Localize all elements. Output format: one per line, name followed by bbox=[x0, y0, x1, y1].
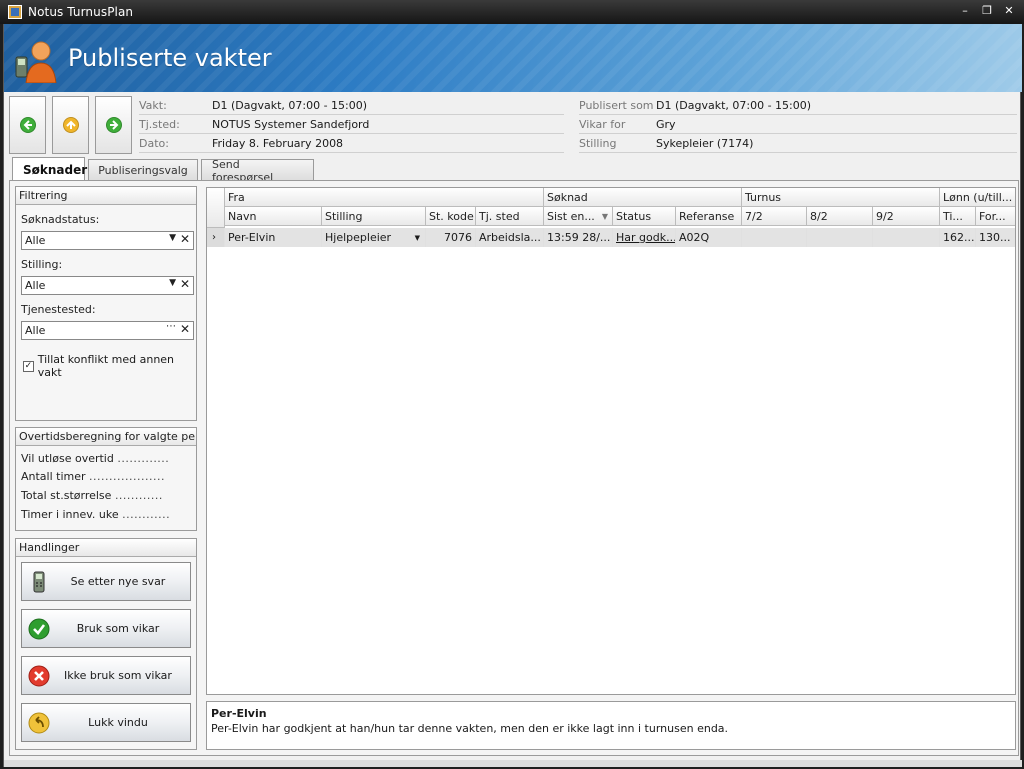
info-stilling: Stilling Sykepleier (7174) bbox=[579, 134, 1017, 153]
tab-publiseringsvalg[interactable]: Publiseringsvalg bbox=[88, 159, 198, 181]
cell-referanse[interactable]: A02Q bbox=[676, 228, 742, 247]
col-header-status[interactable]: Status bbox=[613, 207, 676, 226]
overtime-row: Timer i innev. uke ............ bbox=[21, 508, 171, 521]
chevron-down-icon[interactable]: ▼ bbox=[169, 278, 176, 288]
stilling-label: Stilling: bbox=[21, 258, 63, 271]
close-window-button[interactable]: Lukk vindu bbox=[21, 703, 191, 742]
detail-message: Per-Elvin har godkjent at han/hun tar de… bbox=[211, 722, 729, 735]
cell-status-link[interactable]: Har godk... bbox=[613, 228, 676, 247]
tab-soknader[interactable]: Søknader bbox=[12, 157, 87, 181]
overtime-group-title: Overtidsberegning for valgte person bbox=[16, 428, 196, 446]
tjenestested-picker[interactable]: Alle ⋯ ✕ bbox=[21, 321, 194, 340]
cell-8-2[interactable] bbox=[807, 228, 873, 247]
col-header-referanse[interactable]: Referanse bbox=[676, 207, 742, 226]
clear-icon[interactable]: ✕ bbox=[180, 232, 190, 246]
undo-icon bbox=[28, 712, 50, 734]
do-not-use-as-substitute-button[interactable]: Ikke bruk som vikar bbox=[21, 656, 191, 695]
cell-tj-sted[interactable]: Arbeidsla... bbox=[476, 228, 544, 247]
cell-sist-endret[interactable]: 13:59 28/... bbox=[544, 228, 613, 247]
info-vikar-for: Vikar for Gry bbox=[579, 115, 1017, 134]
col-header-8-2[interactable]: 8/2 bbox=[807, 207, 873, 226]
cell-st-kode[interactable]: 7076 bbox=[426, 228, 476, 247]
row-selector[interactable]: › bbox=[207, 228, 225, 247]
maximize-icon[interactable]: ❐ bbox=[977, 3, 997, 19]
grid-group-turnus: Turnus bbox=[742, 188, 940, 207]
info-dato: Dato: Friday 8. February 2008 bbox=[139, 134, 564, 153]
grid-group-fra: Fra bbox=[225, 188, 544, 207]
grid-group-soknad: Søknad bbox=[544, 188, 742, 207]
cell-ti[interactable]: 162... bbox=[940, 228, 976, 247]
sort-desc-icon: ▼ bbox=[601, 211, 608, 221]
cancel-icon bbox=[28, 665, 50, 687]
arrow-up-icon bbox=[62, 117, 79, 133]
user-phone-icon bbox=[15, 41, 57, 83]
info-vakt: Vakt: D1 (Dagvakt, 07:00 - 15:00) bbox=[139, 96, 564, 115]
col-header-stilling[interactable]: Stilling bbox=[322, 207, 426, 226]
col-header-st-kode[interactable]: St. kode bbox=[426, 207, 476, 226]
tjenestested-label: Tjenestested: bbox=[21, 303, 96, 316]
tab-send-foresporsel[interactable]: Send forespørsel bbox=[201, 158, 314, 184]
grid-group-lonn: Lønn (u/till... bbox=[940, 188, 1015, 207]
window-title: Notus TurnusPlan bbox=[28, 5, 134, 19]
main-window: Publiserte vakter Vakt: D1 (Dagvakt, 07:… bbox=[3, 24, 1022, 767]
col-header-navn[interactable]: Navn bbox=[225, 207, 322, 226]
applications-grid: Fra Søknad Turnus Lønn (u/till... Navn S… bbox=[206, 187, 1016, 695]
col-header-tj-sted[interactable]: Tj. sted bbox=[476, 207, 544, 226]
previous-button[interactable] bbox=[9, 96, 46, 154]
overtime-group: Overtidsberegning for valgte person Vil … bbox=[15, 427, 197, 531]
actions-group: Handlinger Se etter nye svar Bruk som vi… bbox=[15, 538, 197, 750]
header-band: Publiserte vakter bbox=[4, 24, 1022, 92]
filter-group: Filtrering Søknadstatus: Alle ▼ ✕ Stilli… bbox=[15, 186, 197, 421]
col-header-9-2[interactable]: 9/2 bbox=[873, 207, 940, 226]
page-title: Publiserte vakter bbox=[68, 44, 272, 72]
conflict-checkbox-row[interactable]: ✓ Tillat konflikt med annen vakt bbox=[23, 353, 196, 379]
check-icon bbox=[28, 618, 50, 640]
close-icon[interactable]: ✕ bbox=[999, 3, 1019, 19]
clear-icon[interactable]: ✕ bbox=[180, 277, 190, 291]
up-button[interactable] bbox=[52, 96, 89, 154]
cell-9-2[interactable] bbox=[873, 228, 940, 247]
check-new-replies-button[interactable]: Se etter nye svar bbox=[21, 562, 191, 601]
info-tjsted: Tj.sted: NOTUS Systemer Sandefjord bbox=[139, 115, 564, 134]
status-bar bbox=[4, 760, 1022, 767]
conflict-checkbox-label: Tillat konflikt med annen vakt bbox=[37, 353, 175, 379]
next-button[interactable] bbox=[95, 96, 132, 154]
app-icon bbox=[8, 5, 22, 19]
tab-strip: Søknader Publiseringsvalg Send forespørs… bbox=[12, 157, 314, 184]
phone-icon bbox=[33, 571, 45, 593]
col-header-sist-endret[interactable]: Sist en... ▼ bbox=[544, 207, 613, 226]
actions-group-title: Handlinger bbox=[16, 539, 196, 557]
minimize-icon[interactable]: – bbox=[955, 3, 975, 19]
filter-group-title: Filtrering bbox=[16, 187, 196, 205]
ellipsis-icon[interactable]: ⋯ bbox=[166, 321, 176, 332]
soknadstatus-select[interactable]: Alle ▼ ✕ bbox=[21, 231, 194, 250]
nav-buttons bbox=[9, 96, 132, 154]
soknadstatus-label: Søknadstatus: bbox=[21, 213, 100, 226]
detail-name: Per-Elvin bbox=[211, 707, 267, 720]
tab-panel-soknader: Filtrering Søknadstatus: Alle ▼ ✕ Stilli… bbox=[9, 180, 1019, 756]
col-header-7-2[interactable]: 7/2 bbox=[742, 207, 807, 226]
detail-panel: Per-Elvin Per-Elvin har godkjent at han/… bbox=[206, 701, 1016, 750]
chevron-down-icon[interactable]: ▼ bbox=[415, 234, 420, 242]
grid-corner bbox=[207, 188, 225, 228]
use-as-substitute-button[interactable]: Bruk som vikar bbox=[21, 609, 191, 648]
cell-navn[interactable]: Per-Elvin bbox=[225, 228, 322, 247]
overtime-row: Vil utløse overtid ............. bbox=[21, 452, 170, 465]
stilling-select[interactable]: Alle ▼ ✕ bbox=[21, 276, 194, 295]
overtime-row: Total st.størrelse ............ bbox=[21, 489, 163, 502]
window-titlebar: Notus TurnusPlan – ❐ ✕ bbox=[0, 0, 1024, 24]
arrow-right-icon bbox=[105, 117, 122, 133]
col-header-ti[interactable]: Ti... bbox=[940, 207, 976, 226]
cell-stilling[interactable]: Hjelpepleier ▼ bbox=[322, 228, 426, 247]
chevron-down-icon[interactable]: ▼ bbox=[169, 233, 176, 243]
cell-7-2[interactable] bbox=[742, 228, 807, 247]
chevron-right-icon: › bbox=[212, 232, 216, 243]
info-publisert-som: Publisert som D1 (Dagvakt, 07:00 - 15:00… bbox=[579, 96, 1017, 115]
conflict-checkbox[interactable]: ✓ bbox=[23, 360, 34, 372]
overtime-row: Antall timer ................... bbox=[21, 470, 165, 483]
col-header-for[interactable]: For... bbox=[976, 207, 1015, 226]
cell-for[interactable]: 130... bbox=[976, 228, 1015, 247]
clear-icon[interactable]: ✕ bbox=[180, 322, 190, 336]
arrow-left-icon bbox=[19, 117, 36, 133]
